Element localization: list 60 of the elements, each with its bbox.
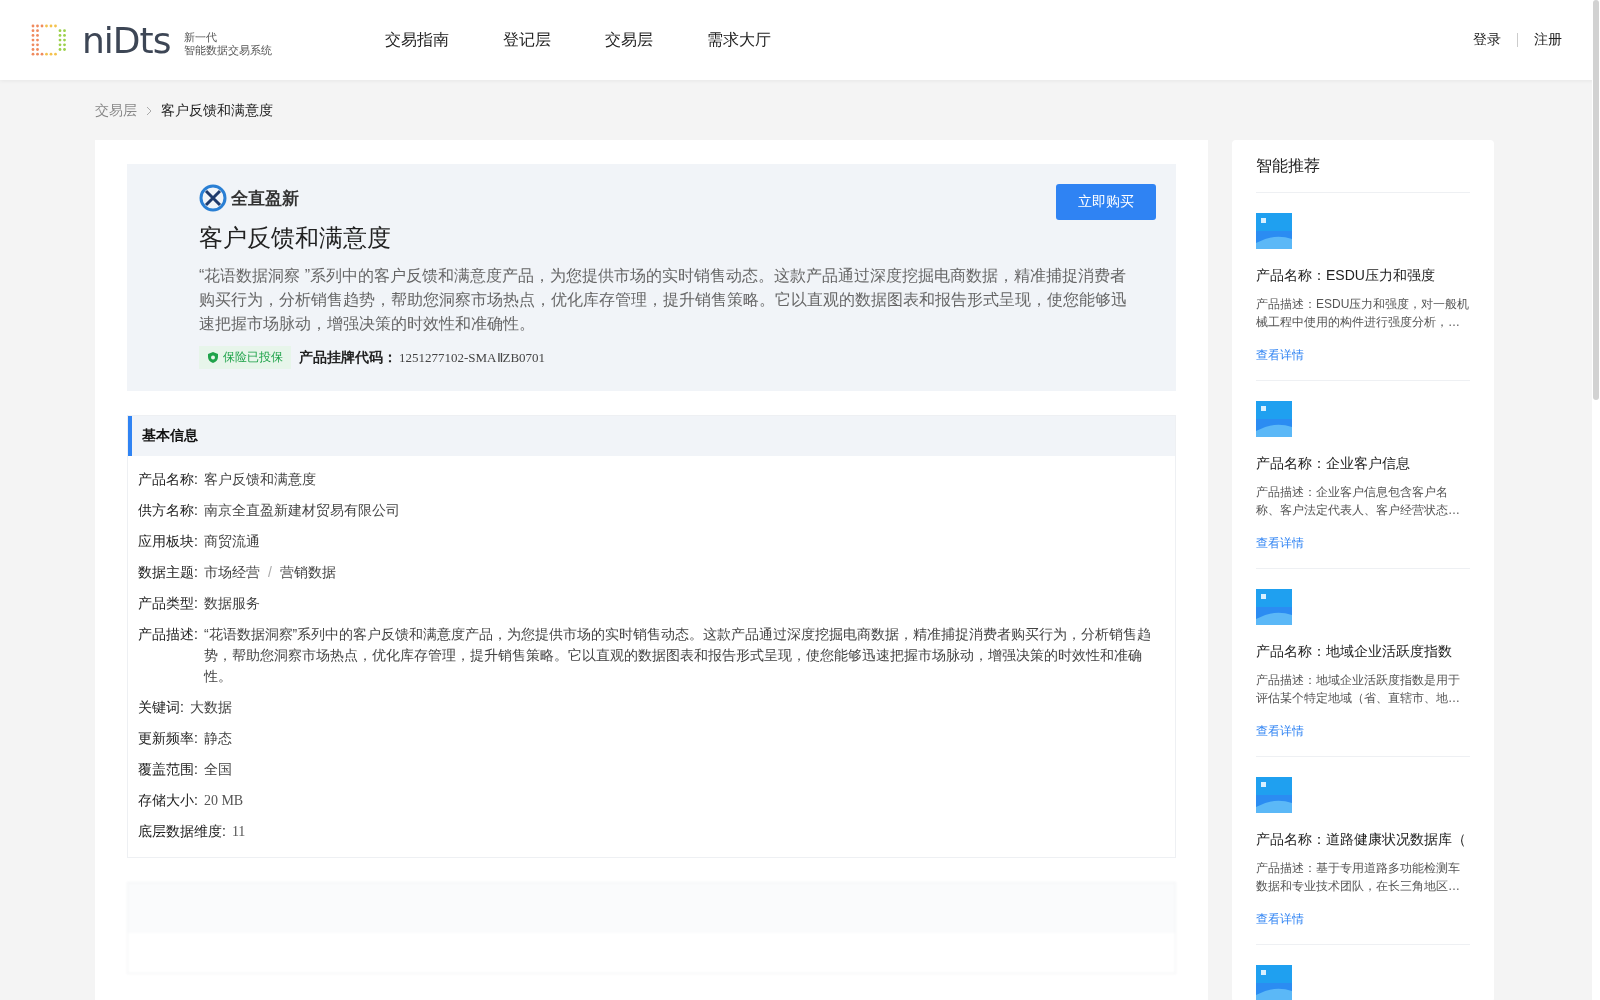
- field-label: 应用板块:: [138, 532, 198, 551]
- field-label: 覆盖范围:: [138, 760, 198, 779]
- field-value: 市场经营: [203, 564, 260, 580]
- nav-link[interactable]: 需求大厅: [707, 29, 771, 51]
- product-summary: 产品描述：ESDU压力和强度，对一般机械工程中使用的构件进行强度分析，…: [1256, 296, 1470, 331]
- logo-icon: [30, 23, 68, 57]
- details-link[interactable]: 查看详情: [1256, 347, 1470, 364]
- field-label: 产品类型:: [138, 594, 198, 613]
- logo-tagline: 智能数据交易系统: [184, 44, 273, 57]
- field-label: 供方名称:: [138, 501, 198, 520]
- chevron-icon: [145, 106, 153, 116]
- field-label: 产品描述:: [138, 625, 198, 644]
- field-value: 商贸流通: [203, 532, 260, 551]
- field-value: 20 MB: [203, 792, 244, 810]
- field-value: “花语数据洞察”系列中的客户反馈和满意度产品，为您提供市场的实时销售动态。这款产品通过深度挖掘电商数据，精准捕捉消费者购买行为，分析销售趋势，帮助您洞察市场热点，优化库存管理，提升销售策略。它以直观的数据图表和报告形式呈现，使您能够迅速把握市场脉动，增强决策的时效性和准确性。: [203, 625, 1153, 686]
- field-value: 11: [231, 823, 246, 841]
- field-value: 客户反馈和满意度: [203, 470, 316, 489]
- field-label: 更新频率:: [138, 729, 198, 748]
- logo-tagline: 新一代: [184, 31, 219, 44]
- field-value: 数据服务: [203, 594, 260, 613]
- company-logo-text: 全直盈新: [231, 187, 299, 210]
- field-label: 底层数据维度:: [138, 822, 226, 841]
- shield-icon: [207, 351, 219, 364]
- field-value: 全国: [203, 760, 232, 779]
- field-label: 存储大小:: [138, 791, 198, 810]
- details-link[interactable]: 查看详情: [1256, 723, 1470, 740]
- separator: /: [267, 564, 272, 580]
- register-link[interactable]: 注册: [1534, 31, 1562, 49]
- insurance-badge: 保险已投保: [199, 346, 291, 369]
- breadcrumb-link[interactable]: 客户反馈和满意度: [161, 102, 273, 120]
- product-summary: 产品描述：地域企业活跃度指数是用于评估某个特定地域（省、直辖市、地…: [1256, 672, 1461, 707]
- field-value: 南京全直盈新建材贸易有限公司: [203, 501, 400, 520]
- details-link[interactable]: 查看详情: [1256, 535, 1470, 552]
- field-label: 数据主题:: [138, 563, 198, 582]
- product-summary: 产品描述：基于专用道路多功能检测车数据和专业技术团队，在长三角地区…: [1256, 860, 1461, 895]
- product-name: 产品名称：地域企业活跃度指数: [1256, 643, 1453, 661]
- nav-link[interactable]: 交易指南: [385, 29, 449, 51]
- buy-button[interactable]: 立即购买: [1056, 184, 1156, 220]
- product-description: “花语数据洞察 ”系列中的客户反馈和满意度产品，为您提供市场的实时销售动态。这款产品通过深度挖掘电商数据，精准捕捉消费者购买行为，分析销售趋势，帮助您洞察市场热点，优化库存管理，提升销售策略。它以直观的数据图表和报告形式呈现，使您能够迅速把握市场脉动，增强决策的时效性和准确性。: [199, 266, 1128, 334]
- logo-wordmark: niDts: [82, 19, 171, 61]
- product-title: 客户反馈和满意度: [199, 223, 392, 253]
- code-label: 产品挂牌代码：: [299, 348, 397, 367]
- details-link[interactable]: 查看详情: [1256, 911, 1470, 928]
- nav-link[interactable]: 登记层: [503, 29, 551, 51]
- field-label: 关键词:: [138, 698, 184, 717]
- nav-link[interactable]: 交易层: [605, 29, 653, 51]
- field-value: 大数据: [189, 698, 232, 717]
- login-link[interactable]: 登录: [1473, 31, 1501, 49]
- panel-title: 智能推荐: [1256, 140, 1470, 193]
- field-value: 营销数据: [279, 564, 336, 580]
- product-name: 产品名称：ESDU压力和强度: [1256, 267, 1436, 285]
- field-value: 静态: [203, 729, 232, 748]
- field-label: 产品名称:: [138, 470, 198, 489]
- company-logo-icon: [199, 184, 227, 212]
- product-code: 1251277102-SMAⅡZB0701: [399, 349, 546, 366]
- product-name: 产品名称：企业客户信息: [1256, 455, 1411, 473]
- scrollbar[interactable]: [1592, 0, 1600, 1000]
- section-title: 基本信息: [128, 416, 1175, 456]
- product-summary: 产品描述：企业客户信息包含客户名称、客户法定代表人、客户经营状态…: [1256, 484, 1461, 519]
- product-name: 产品名称：道路健康状况数据库（: [1256, 831, 1467, 849]
